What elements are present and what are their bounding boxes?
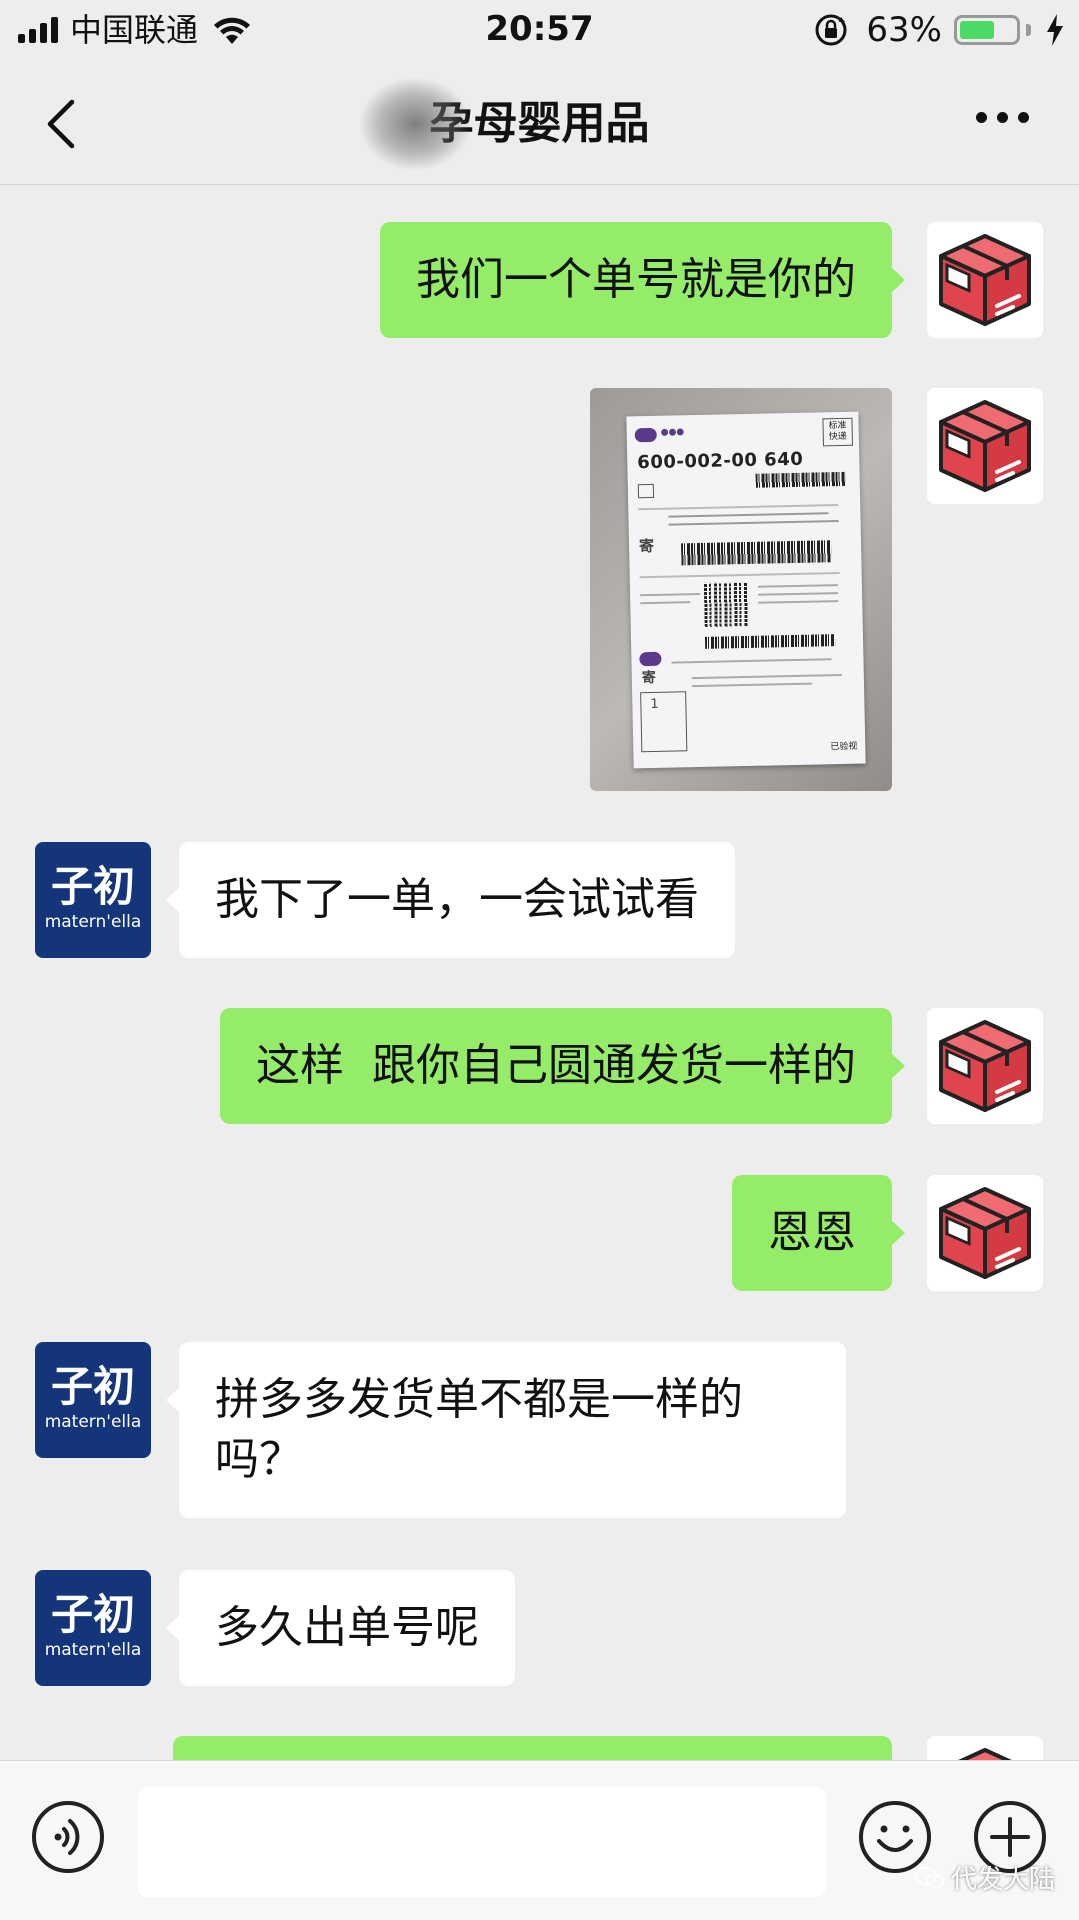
message-bubble-incoming[interactable]: 多久出单号呢 — [166, 1570, 515, 1686]
avatar-brand-en: matern'ella — [44, 1640, 142, 1660]
battery-level-fill — [960, 21, 995, 39]
courier-logo — [634, 427, 657, 443]
label-signed-mark: 已验视 — [830, 741, 858, 753]
charging-icon — [1047, 14, 1063, 46]
status-bar: 中国联通 20:57 63% — [0, 0, 1079, 60]
label-box — [637, 483, 655, 499]
barcode-small — [704, 634, 836, 649]
label-rule — [757, 584, 838, 588]
package-box-icon — [939, 400, 1031, 492]
label-rule — [640, 601, 691, 605]
avatar-brand-cn: 子初 — [50, 1362, 135, 1411]
watermark-text: 代发大陆 — [950, 1865, 1055, 1895]
label-rule — [691, 682, 812, 688]
avatar-contact[interactable]: 子初 matern'ella — [35, 1570, 151, 1686]
label-rule — [640, 592, 701, 597]
battery-percent: 63% — [866, 10, 942, 50]
battery-icon — [954, 15, 1020, 45]
label-send-mark-2: 寄 — [641, 669, 656, 687]
label-count: 1 — [650, 696, 659, 713]
package-box-icon — [939, 1020, 1031, 1112]
label-box — [640, 691, 688, 753]
battery-cap — [1026, 24, 1031, 36]
avatar-brand-en: matern'ella — [44, 1412, 142, 1432]
label-send-mark: 寄 — [638, 536, 655, 556]
label-tracking-code: 600-002-00 640 — [637, 448, 804, 474]
label-courier-type: 标准快递 — [822, 417, 854, 447]
package-box-icon — [939, 1187, 1031, 1279]
label-rule — [639, 572, 840, 579]
barcode — [755, 471, 846, 488]
qr-code — [703, 581, 749, 627]
rotation-lock-icon — [815, 14, 847, 46]
message-bubble-outgoing[interactable]: 我们一个单号就是你的 — [380, 222, 905, 338]
avatar-self[interactable] — [927, 388, 1043, 504]
shipping-label: ●●● 标准快递 600-002-00 640 寄 寄 1 已验视 — [626, 411, 866, 769]
avatar-self[interactable] — [927, 222, 1043, 338]
message-bubble-incoming[interactable]: 拼多多发货单不都是一样的吗？ — [166, 1342, 846, 1518]
avatar-self[interactable] — [927, 1175, 1043, 1291]
avatar-brand-en: matern'ella — [44, 912, 142, 932]
package-box-icon — [939, 234, 1031, 326]
shipping-label-photo[interactable]: ●●● 标准快递 600-002-00 640 寄 寄 1 已验视 — [590, 388, 892, 791]
avatar-brand-cn: 子初 — [50, 862, 135, 911]
label-rule — [668, 512, 829, 518]
label-rule — [671, 658, 832, 664]
label-rule — [668, 520, 839, 526]
more-icon[interactable] — [976, 112, 1029, 123]
avatar-brand-cn: 子初 — [50, 1590, 135, 1639]
avatar-contact[interactable]: 子初 matern'ella — [35, 1342, 151, 1458]
avatar-self[interactable] — [927, 1008, 1043, 1124]
watermark: 代发大陆 — [914, 1859, 1055, 1896]
message-bubble-incoming[interactable]: 我下了一单，一会试试看 — [166, 842, 735, 958]
label-rule — [638, 504, 839, 511]
message-input[interactable] — [138, 1787, 826, 1897]
redaction-smudge — [360, 78, 470, 170]
label-rule — [691, 674, 842, 680]
label-rule — [758, 600, 839, 604]
avatar-contact[interactable]: 子初 matern'ella — [35, 842, 151, 958]
input-bar: 代发大陆 — [0, 1760, 1079, 1920]
message-bubble-outgoing[interactable]: 这样 跟你自己圆通发货一样的 — [220, 1008, 905, 1124]
courier-logo — [639, 651, 662, 667]
courier-brand-mark: ●●● — [660, 427, 685, 438]
chat-title: 孕母婴用品 — [429, 98, 650, 149]
wechat-icon — [914, 1866, 944, 1888]
voice-icon[interactable] — [30, 1799, 106, 1875]
label-rule — [758, 592, 839, 596]
barcode-main — [681, 540, 832, 566]
chat-header: 孕母婴用品 — [0, 60, 1079, 185]
message-bubble-outgoing[interactable]: 恩恩 — [732, 1175, 905, 1291]
